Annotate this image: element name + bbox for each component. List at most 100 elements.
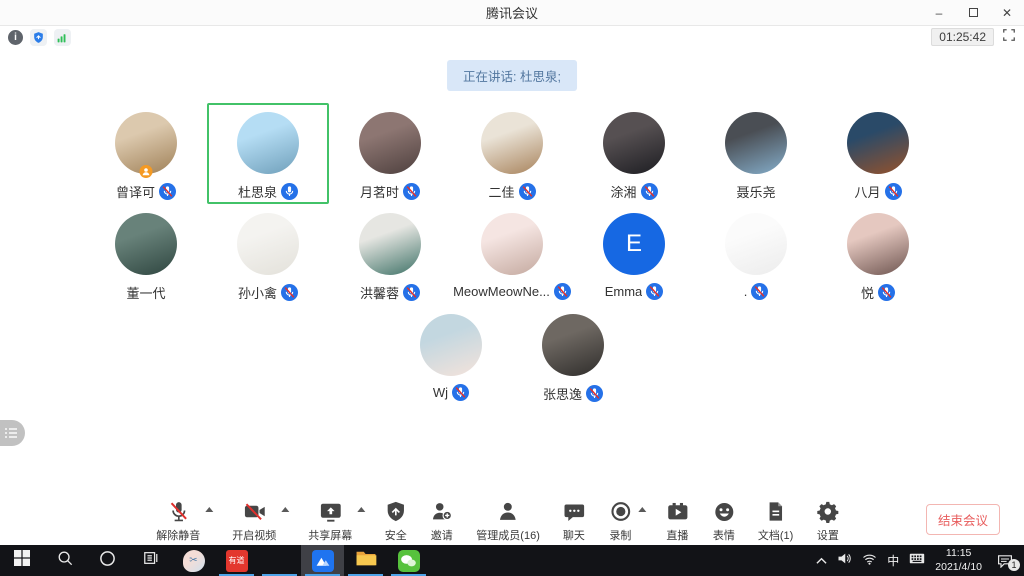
- task-view-button[interactable]: [129, 545, 172, 576]
- toolbar-share-screen-button[interactable]: 共享屏幕: [308, 498, 352, 543]
- mic-muted-icon[interactable]: [641, 183, 658, 200]
- participant-tile[interactable]: 孙小禽: [207, 204, 329, 305]
- taskbar-app-youdao[interactable]: 有道: [215, 545, 258, 576]
- search-button[interactable]: [43, 545, 86, 576]
- taskbar-app-meeting[interactable]: [301, 545, 344, 576]
- mic-muted-icon[interactable]: [403, 183, 420, 200]
- mic-muted-icon[interactable]: [281, 284, 298, 301]
- mic-muted-icon[interactable]: [403, 284, 420, 301]
- participant-tile[interactable]: 曾译可: [85, 103, 207, 204]
- info-icon[interactable]: i: [8, 30, 23, 45]
- fullscreen-icon[interactable]: [1002, 28, 1016, 47]
- participant-tile[interactable]: 张思逸: [512, 305, 634, 406]
- participant-tile[interactable]: 八月: [817, 103, 939, 204]
- action-center-icon[interactable]: 1: [992, 554, 1018, 568]
- toolbar-settings-label: 设置: [817, 527, 839, 543]
- expand-caret-icon[interactable]: [205, 507, 213, 512]
- notification-badge: 1: [1008, 559, 1020, 571]
- toolbar-chat-label: 聊天: [563, 527, 585, 543]
- toolbar-members-button[interactable]: 管理成员(16): [476, 498, 540, 543]
- window-title: 腾讯会议: [0, 3, 1024, 22]
- participant-tile[interactable]: 杜思泉: [207, 103, 329, 204]
- taskbar-clock[interactable]: 11:15 2021/4/10: [935, 547, 982, 573]
- toolbar-chat-button[interactable]: 聊天: [562, 498, 586, 543]
- touch-keyboard-icon[interactable]: [909, 552, 925, 570]
- toolbar-unmute-button[interactable]: 解除静音: [156, 498, 200, 543]
- toolbar-live-button[interactable]: 直播: [665, 498, 690, 543]
- participant-name-row: 曾译可: [116, 182, 176, 201]
- participant-tile[interactable]: 月茗时: [329, 103, 451, 204]
- security-shield-icon[interactable]: [30, 29, 47, 46]
- mic-muted-icon[interactable]: [751, 283, 768, 300]
- toolbar-start-video-button[interactable]: 开启视频: [232, 498, 276, 543]
- participant-tile[interactable]: 悦: [817, 204, 939, 305]
- mic-muted-icon[interactable]: [159, 183, 176, 200]
- participant-name-row: 杜思泉: [238, 182, 298, 201]
- taskbar-app-explorer[interactable]: [344, 545, 387, 576]
- participant-name-row: 悦: [861, 283, 895, 302]
- mic-muted-icon[interactable]: [885, 183, 902, 200]
- toolbar-settings-button[interactable]: 设置: [815, 498, 840, 543]
- participant-tile[interactable]: 洪馨蓉: [329, 204, 451, 305]
- toolbar-emoji-button[interactable]: 表情: [712, 498, 736, 543]
- participant-tile[interactable]: 董一代: [85, 204, 207, 305]
- cortana-button[interactable]: [86, 545, 129, 576]
- participant-tile[interactable]: EEmma: [573, 204, 695, 305]
- network-signal-icon[interactable]: [54, 29, 71, 46]
- meeting-statusbar: i 01:25:42: [0, 26, 1024, 48]
- list-icon: [4, 427, 18, 439]
- mic-muted-icon[interactable]: [586, 385, 603, 402]
- mic-muted-icon[interactable]: [554, 283, 571, 300]
- toolbar-docs-button[interactable]: 文档(1): [758, 498, 793, 543]
- start-button[interactable]: [0, 545, 43, 576]
- status-icons: i: [8, 29, 71, 46]
- clock-time: 11:15: [935, 547, 982, 560]
- wifi-icon[interactable]: [862, 552, 877, 570]
- toolbar-security-button[interactable]: 安全: [384, 498, 407, 543]
- expand-caret-icon[interactable]: [357, 507, 365, 512]
- tray-chevron-up-icon[interactable]: [816, 552, 827, 570]
- end-meeting-button[interactable]: 结束会议: [926, 504, 1000, 535]
- participant-name: 涂湘: [610, 182, 636, 201]
- toolbar-invite-button[interactable]: 邀请: [429, 498, 454, 543]
- settings-icon: [815, 498, 840, 525]
- participant-avatar: [359, 112, 421, 174]
- taskbar-app-snip[interactable]: ✂: [172, 545, 215, 576]
- participant-avatar: [847, 112, 909, 174]
- expand-caret-icon[interactable]: [281, 507, 289, 512]
- participant-name-row: Emma: [605, 283, 664, 300]
- ime-indicator[interactable]: 中: [887, 552, 899, 569]
- mic-muted-icon[interactable]: [646, 283, 663, 300]
- docs-icon: [764, 498, 787, 525]
- mic-muted-icon[interactable]: [452, 384, 469, 401]
- participant-avatar: [542, 314, 604, 376]
- participant-tile[interactable]: MeowMeowNe...: [451, 204, 573, 305]
- participant-avatar: [847, 213, 909, 275]
- maximize-button[interactable]: [956, 0, 990, 25]
- mic-on-icon[interactable]: [281, 183, 298, 200]
- expand-caret-icon[interactable]: [638, 507, 646, 512]
- minimize-button[interactable]: –: [922, 0, 956, 25]
- participant-tile[interactable]: .: [695, 204, 817, 305]
- taskbar-app-photos[interactable]: [258, 545, 301, 576]
- toolbar-emoji-label: 表情: [713, 527, 735, 543]
- participant-name-row: 孙小禽: [238, 283, 298, 302]
- participant-tile[interactable]: Wj: [390, 305, 512, 406]
- member-list-handle[interactable]: [0, 420, 25, 446]
- taskbar-app-wechat[interactable]: [387, 545, 430, 576]
- volume-icon[interactable]: [837, 552, 852, 570]
- toolbar-record-button[interactable]: 录制: [608, 498, 633, 543]
- mic-muted-icon[interactable]: [519, 183, 536, 200]
- windows-taskbar: ✂有道 中 11:15 2021/4/10 1: [0, 545, 1024, 576]
- participant-tile[interactable]: 涂湘: [573, 103, 695, 204]
- participant-name: Emma: [605, 284, 643, 299]
- participant-tile[interactable]: 聂乐尧: [695, 103, 817, 204]
- participant-name-row: 八月: [854, 182, 901, 201]
- close-button[interactable]: ✕: [990, 0, 1024, 25]
- mic-muted-icon[interactable]: [878, 284, 895, 301]
- toolbar-live-label: 直播: [666, 527, 688, 543]
- participant-tile[interactable]: 二佳: [451, 103, 573, 204]
- record-icon: [608, 498, 633, 525]
- participant-avatar: [237, 112, 299, 174]
- toolbar-invite-label: 邀请: [431, 527, 453, 543]
